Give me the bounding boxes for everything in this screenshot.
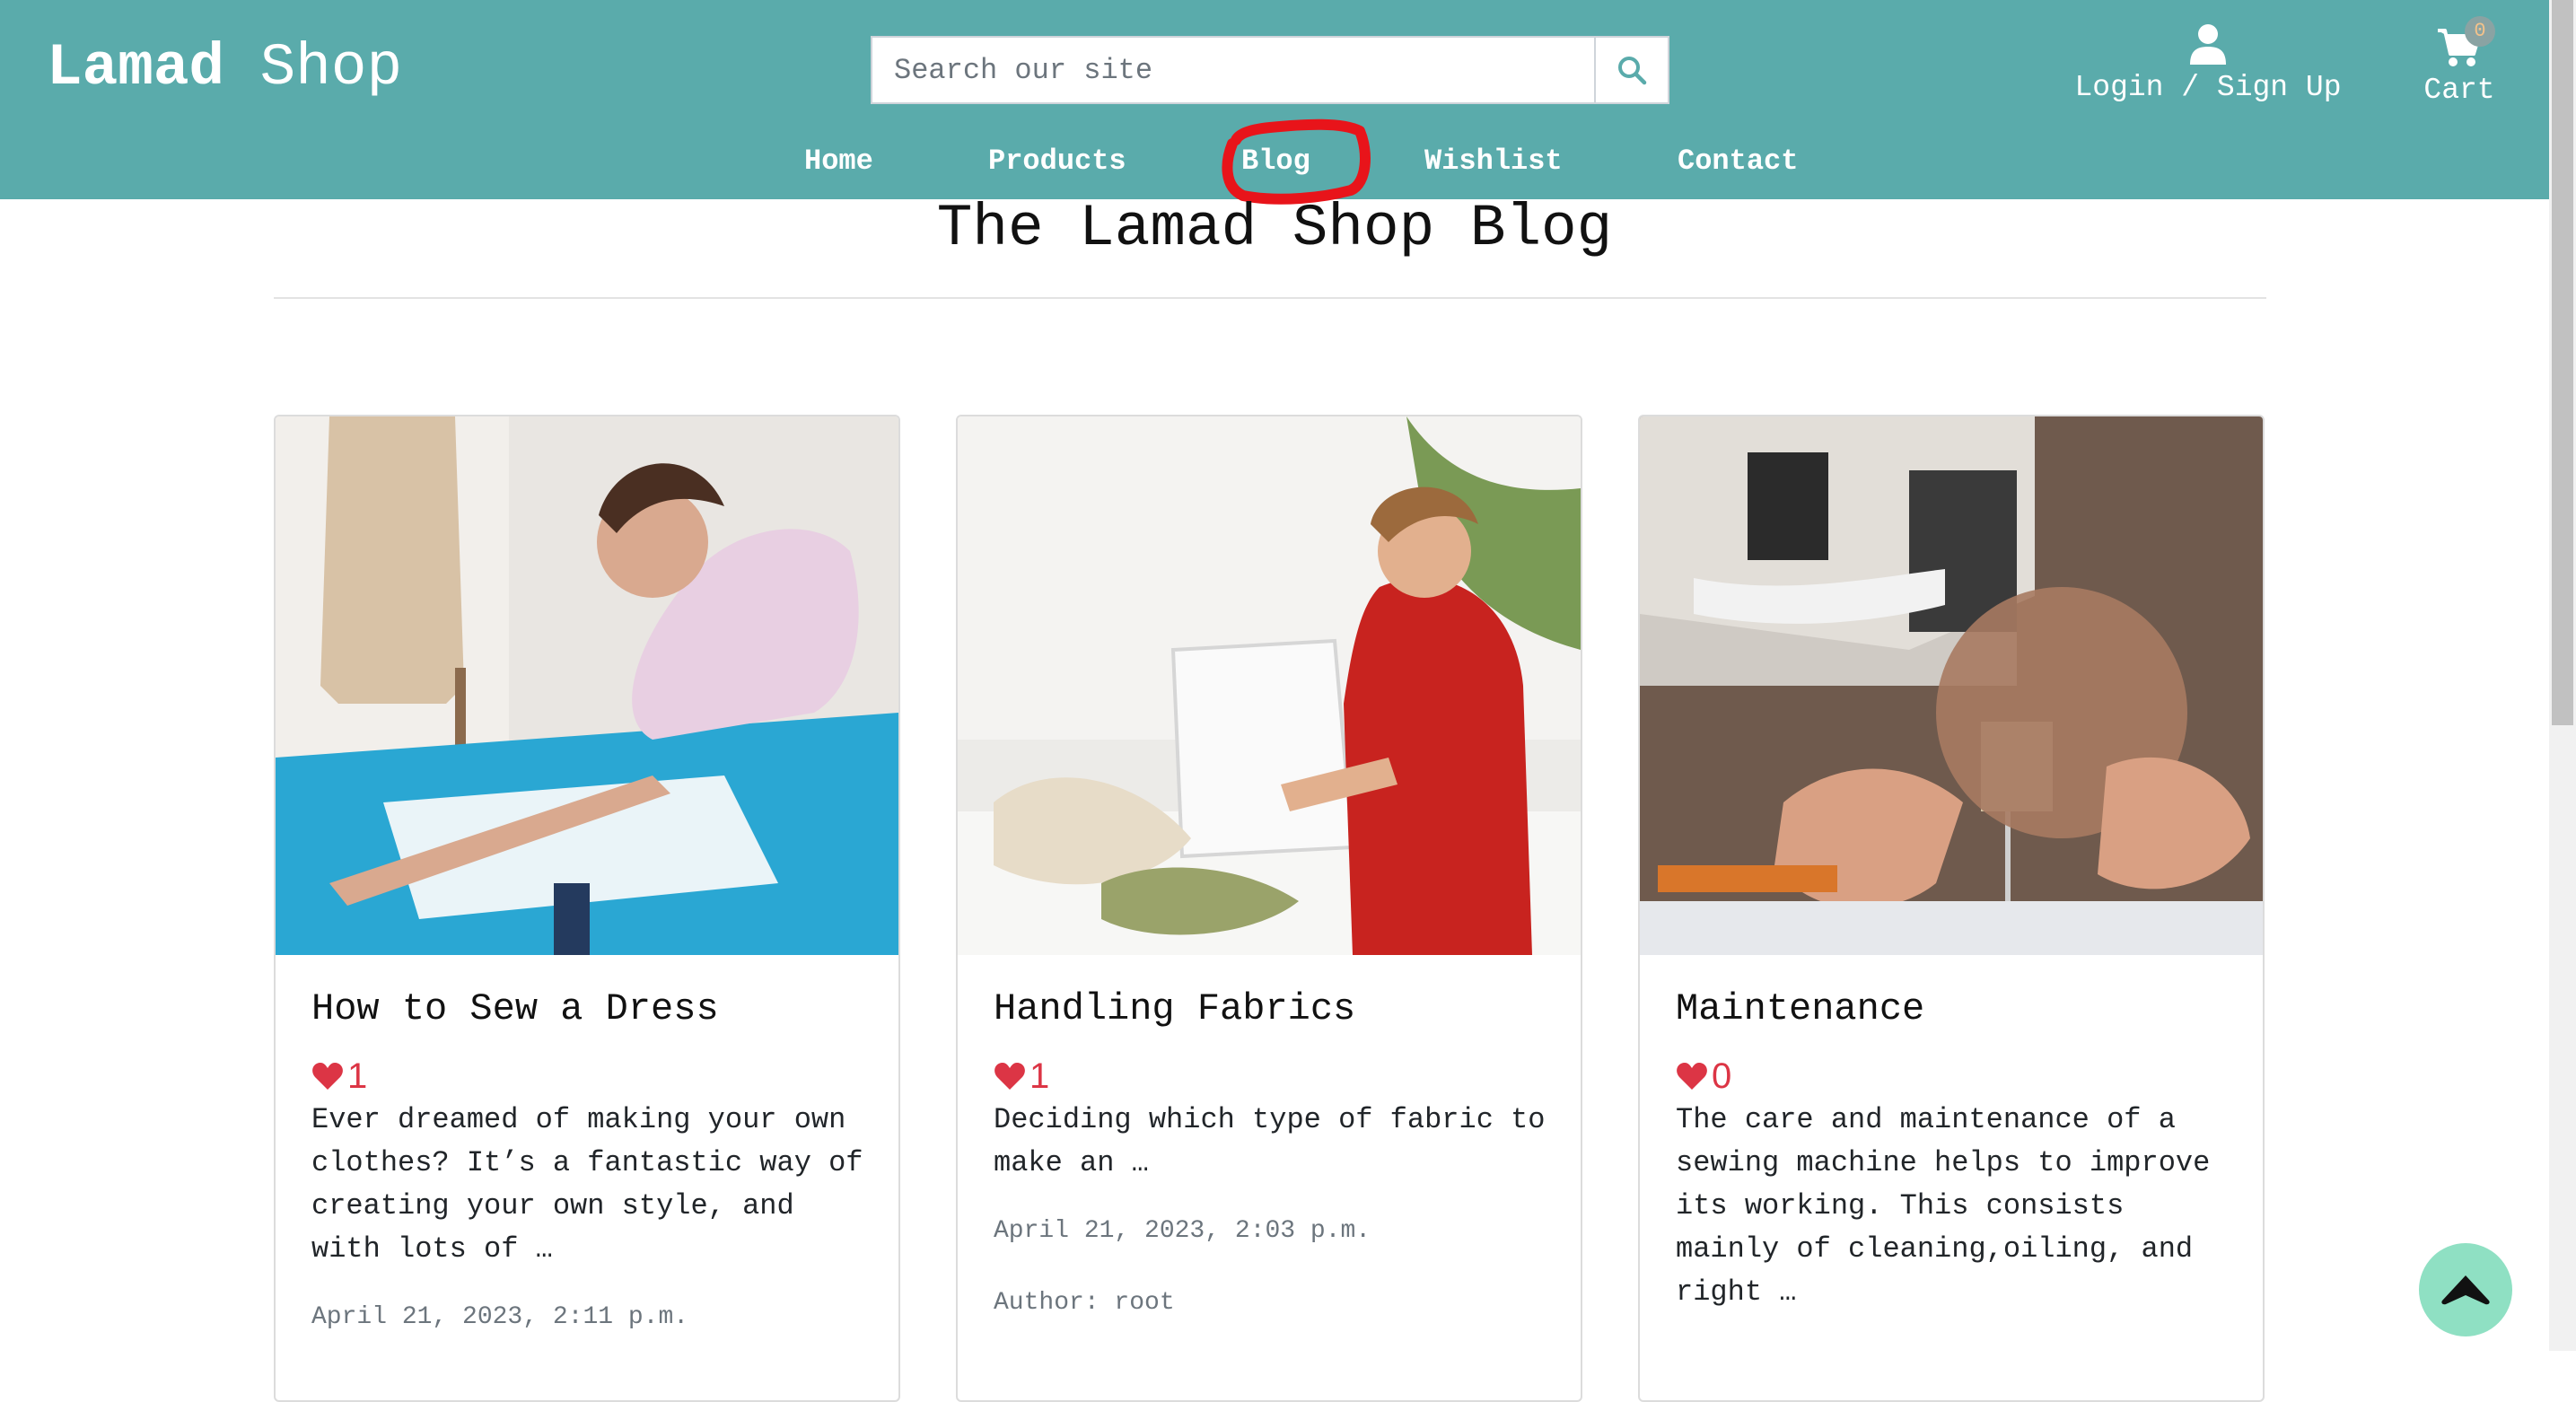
nav-blog[interactable]: Blog [1241, 136, 1310, 187]
blog-card-date: April 21, 2023, 2:03 p.m. [994, 1217, 1371, 1245]
scrollbar-thumb[interactable] [2552, 0, 2573, 725]
blog-card[interactable]: Handling Fabrics 1 Deciding which type o… [956, 415, 1582, 1402]
likes: 1 [994, 1054, 1554, 1099]
cart-link[interactable]: 0 Cart [2414, 16, 2504, 107]
like-count: 1 [347, 1056, 368, 1096]
brand-name-bold: Lamad [47, 34, 225, 101]
heart-icon[interactable] [1676, 1062, 1708, 1091]
page-title: The Lamad Shop Blog [936, 195, 1613, 262]
blog-card-excerpt: Deciding which type of fabric to make an… [994, 1103, 1546, 1179]
blog-card[interactable]: How to Sew a Dress 1 Ever dreamed of mak… [274, 415, 900, 1402]
heart-icon[interactable] [311, 1062, 344, 1091]
blog-card-title[interactable]: Maintenance [1676, 982, 2236, 1036]
blog-card-author: Author: root [994, 1289, 1175, 1317]
like-count: 1 [1030, 1056, 1050, 1096]
blog-card[interactable]: Maintenance 0 The care and maintenance o… [1638, 415, 2265, 1402]
blog-card-image [1640, 416, 2263, 955]
title-divider [274, 297, 2266, 299]
site-header: Lamad Shop Login / Sign Up 0 Cart [0, 0, 2549, 199]
blog-card-excerpt: Ever dreamed of making your own clothes?… [311, 1103, 863, 1266]
brand-logo[interactable]: Lamad Shop [47, 32, 402, 104]
nav-contact[interactable]: Contact [1678, 136, 1798, 187]
blog-card-body: Handling Fabrics 1 Deciding which type o… [994, 982, 1554, 1321]
search-icon [1618, 57, 1647, 85]
blog-card-title[interactable]: How to Sew a Dress [311, 982, 872, 1036]
chevron-up-icon [2441, 1275, 2490, 1305]
nav-products[interactable]: Products [988, 136, 1126, 187]
blog-card-excerpt: The care and maintenance of a sewing mac… [1676, 1103, 2211, 1309]
nav-home[interactable]: Home [804, 136, 873, 187]
blog-card-body: Maintenance 0 The care and maintenance o… [1676, 982, 2236, 1314]
search-form [871, 36, 1669, 104]
back-to-top-button[interactable] [2419, 1243, 2512, 1336]
login-signup-label: Login / Sign Up [2074, 71, 2342, 104]
search-button[interactable] [1596, 36, 1669, 104]
blog-card-image [958, 416, 1581, 955]
nav-wishlist[interactable]: Wishlist [1424, 136, 1563, 187]
blog-card-image [276, 416, 898, 955]
search-input[interactable] [871, 36, 1596, 104]
blog-card-title[interactable]: Handling Fabrics [994, 982, 1554, 1036]
cart-count-badge: 0 [2465, 16, 2495, 47]
blog-card-body: How to Sew a Dress 1 Ever dreamed of mak… [311, 982, 872, 1336]
brand-name-light: Shop [259, 34, 403, 101]
user-icon [2190, 24, 2226, 65]
blog-card-date: April 21, 2023, 2:11 p.m. [311, 1303, 689, 1331]
heart-icon[interactable] [994, 1062, 1026, 1091]
likes: 1 [311, 1054, 872, 1099]
cart-label: Cart [2423, 74, 2495, 107]
login-signup-link[interactable]: Login / Sign Up [2064, 23, 2352, 104]
cart-icon-wrap: 0 [2414, 16, 2504, 74]
page-scrollbar[interactable] [2549, 0, 2576, 1351]
like-count: 0 [1712, 1056, 1732, 1096]
likes: 0 [1676, 1054, 2236, 1099]
